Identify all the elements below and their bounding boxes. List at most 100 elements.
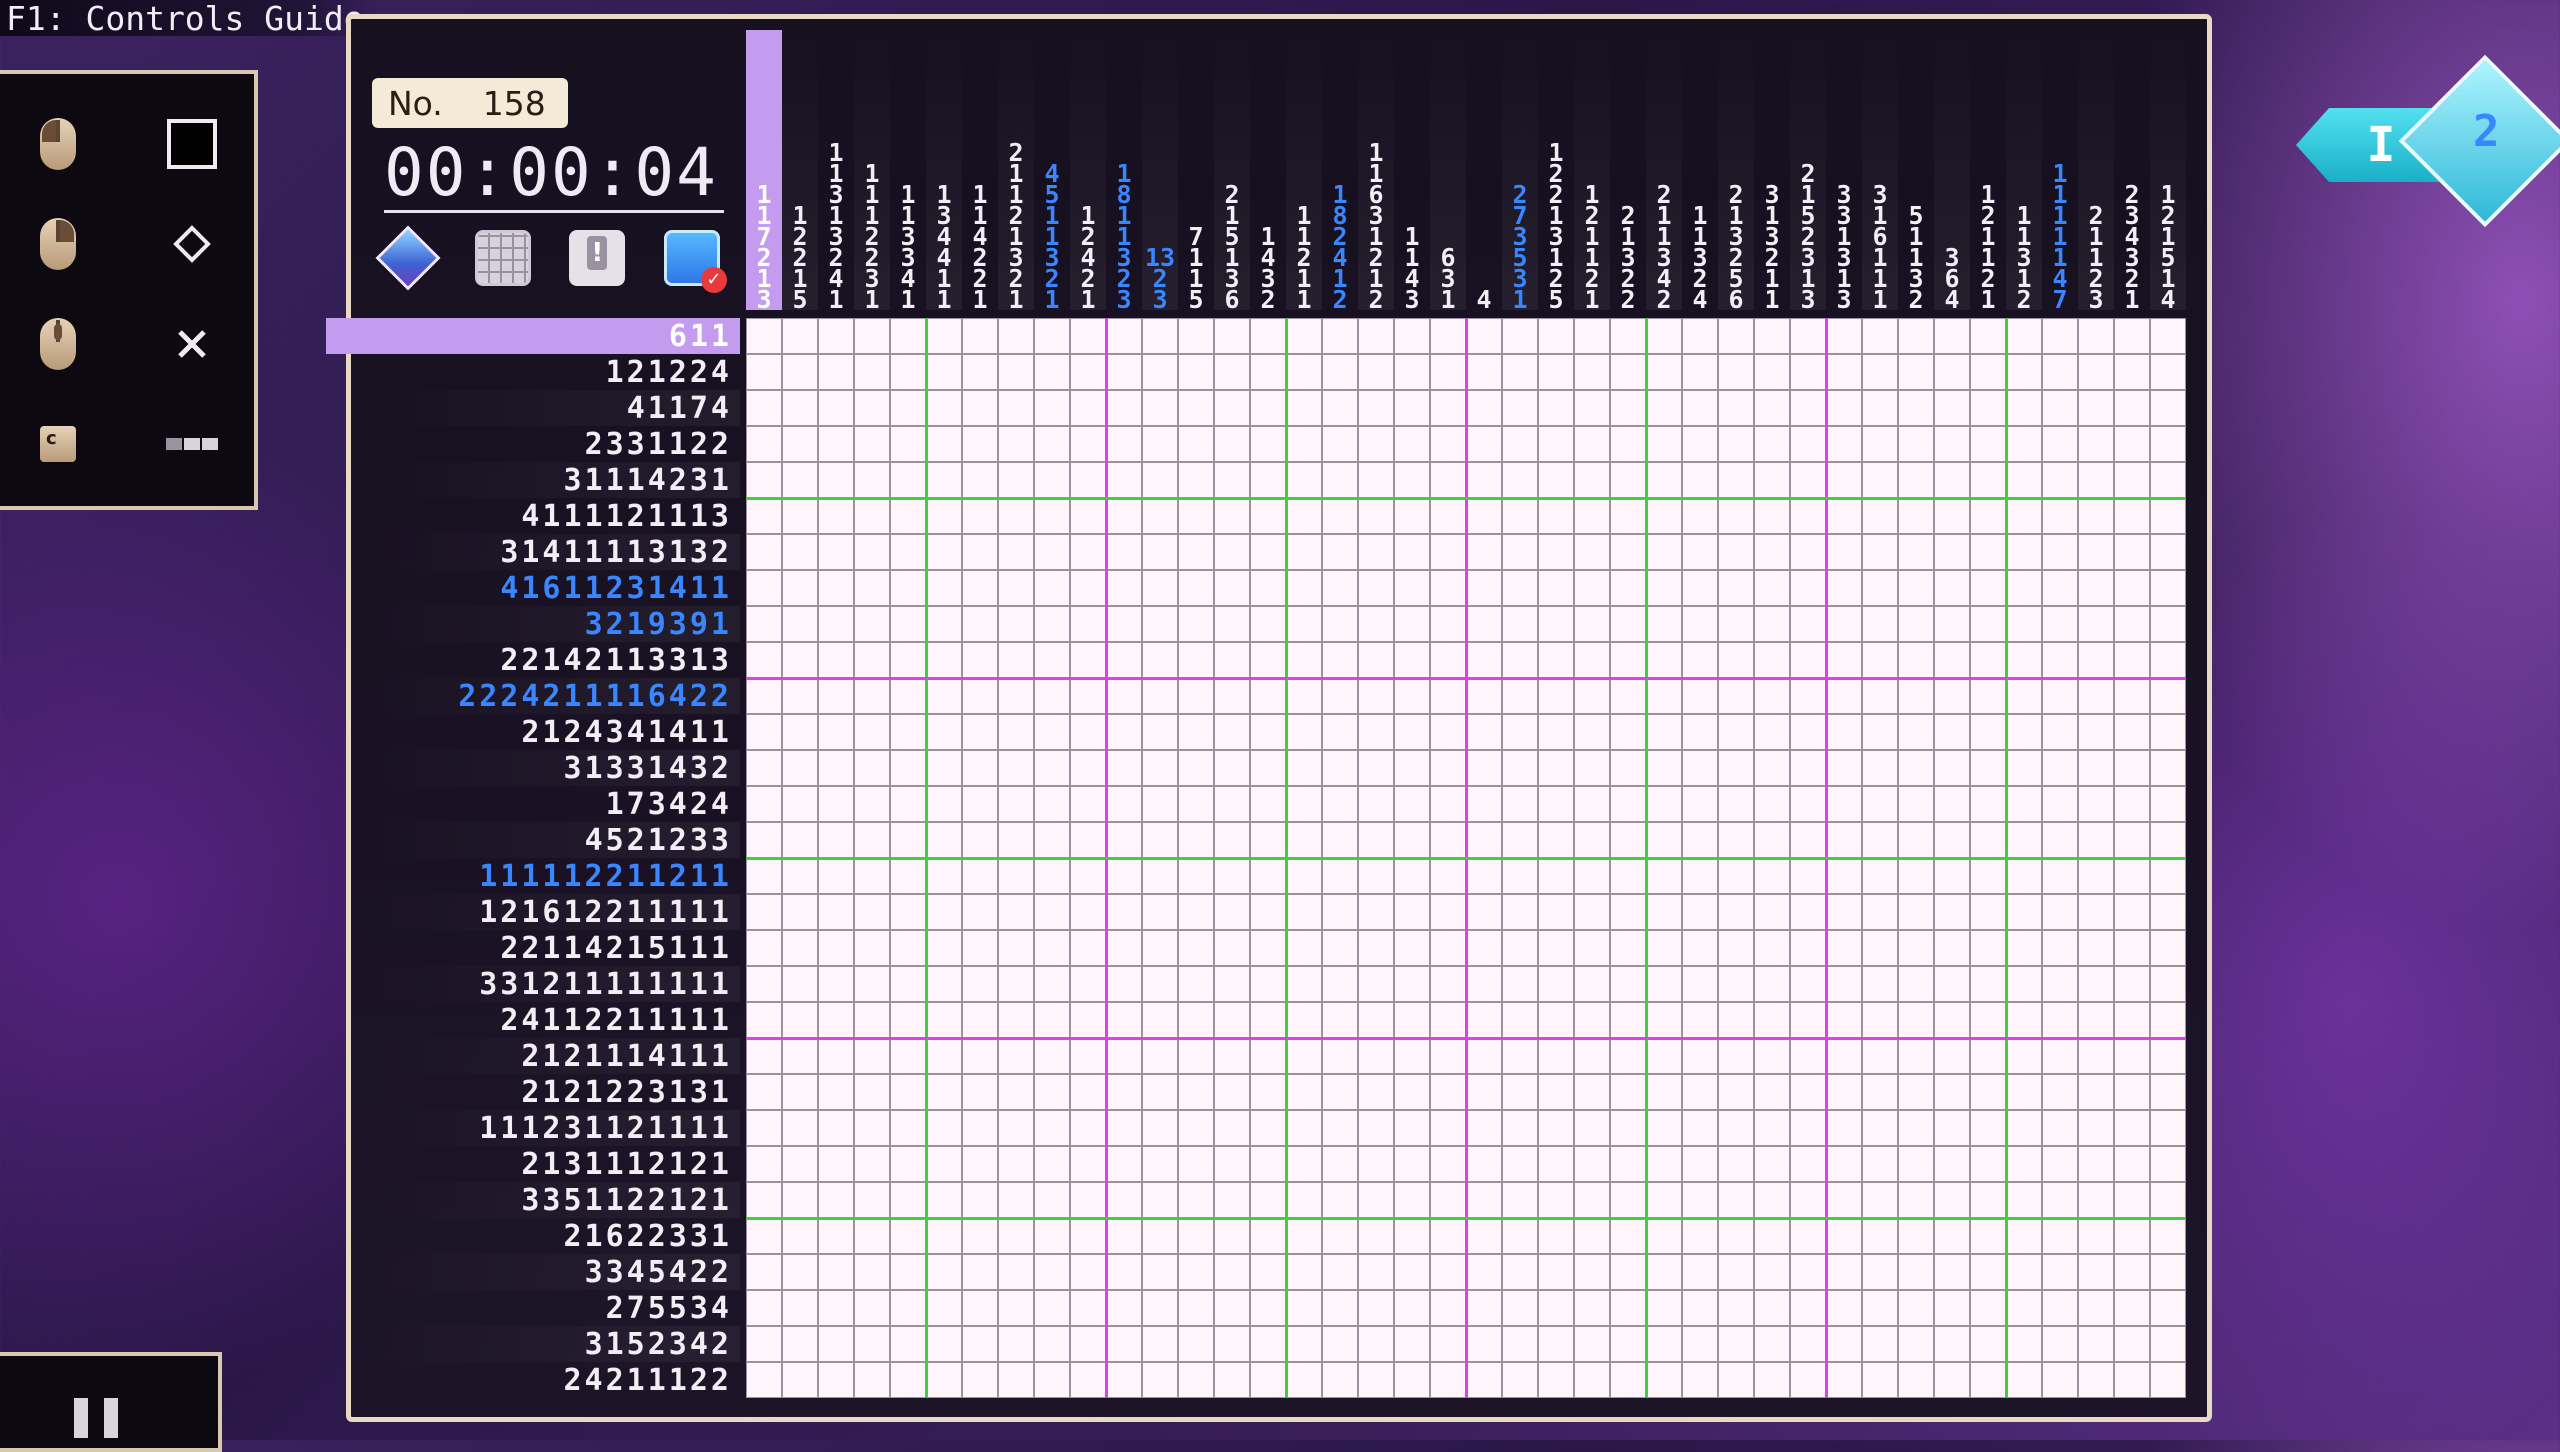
- grid-cell[interactable]: [1034, 318, 1070, 354]
- grid-cell[interactable]: [1970, 1362, 2006, 1398]
- grid-cell[interactable]: [2006, 1326, 2042, 1362]
- grid-cell[interactable]: [2150, 462, 2186, 498]
- grid-cell[interactable]: [1394, 930, 1430, 966]
- grid-cell[interactable]: [1934, 1362, 1970, 1398]
- grid-cell[interactable]: [1322, 1254, 1358, 1290]
- grid-cell[interactable]: [1862, 1254, 1898, 1290]
- grid-cell[interactable]: [1394, 678, 1430, 714]
- grid-cell[interactable]: [2078, 462, 2114, 498]
- grid-cell[interactable]: [746, 1218, 782, 1254]
- grid-cell[interactable]: [1502, 1254, 1538, 1290]
- grid-cell[interactable]: [1106, 426, 1142, 462]
- grid-cell[interactable]: [1214, 570, 1250, 606]
- grid-cell[interactable]: [1394, 570, 1430, 606]
- grid-cell[interactable]: [890, 894, 926, 930]
- grid-cell[interactable]: [2042, 1182, 2078, 1218]
- grid-cell[interactable]: [818, 570, 854, 606]
- grid-cell[interactable]: [1502, 426, 1538, 462]
- grid-cell[interactable]: [1394, 894, 1430, 930]
- grid-cell[interactable]: [1754, 822, 1790, 858]
- grid-cell[interactable]: [2042, 570, 2078, 606]
- grid-cell[interactable]: [1070, 714, 1106, 750]
- grid-cell[interactable]: [1214, 822, 1250, 858]
- grid-cell[interactable]: [1538, 318, 1574, 354]
- grid-cell[interactable]: [1358, 750, 1394, 786]
- grid-cell[interactable]: [1646, 642, 1682, 678]
- grid-cell[interactable]: [926, 462, 962, 498]
- grid-cell[interactable]: [1646, 786, 1682, 822]
- grid-cell[interactable]: [1862, 390, 1898, 426]
- grid-cell[interactable]: [1682, 858, 1718, 894]
- grid-cell[interactable]: [1790, 822, 1826, 858]
- grid-cell[interactable]: [2114, 930, 2150, 966]
- grid-cell[interactable]: [1250, 786, 1286, 822]
- grid-cell[interactable]: [746, 1002, 782, 1038]
- grid-cell[interactable]: [1286, 462, 1322, 498]
- grid-cell[interactable]: [818, 426, 854, 462]
- grid-cell[interactable]: [1466, 1362, 1502, 1398]
- grid-cell[interactable]: [1358, 858, 1394, 894]
- grid-cell[interactable]: [1754, 354, 1790, 390]
- grid-cell[interactable]: [1826, 1182, 1862, 1218]
- grid-cell[interactable]: [1430, 1038, 1466, 1074]
- grid-cell[interactable]: [1394, 714, 1430, 750]
- grid-cell[interactable]: [1394, 462, 1430, 498]
- grid-cell[interactable]: [2078, 1290, 2114, 1326]
- grid-cell[interactable]: [1394, 1110, 1430, 1146]
- grid-cell[interactable]: [2078, 1002, 2114, 1038]
- grid-cell[interactable]: [1790, 786, 1826, 822]
- grid-cell[interactable]: [1466, 750, 1502, 786]
- grid-cell[interactable]: [1862, 570, 1898, 606]
- grid-cell[interactable]: [1610, 318, 1646, 354]
- grid-cell[interactable]: [1934, 354, 1970, 390]
- grid-cell[interactable]: [1610, 354, 1646, 390]
- grid-cell[interactable]: [1178, 534, 1214, 570]
- grid-cell[interactable]: [1106, 642, 1142, 678]
- grid-cell[interactable]: [1070, 318, 1106, 354]
- grid-cell[interactable]: [1034, 786, 1070, 822]
- grid-cell[interactable]: [1214, 642, 1250, 678]
- grid-cell[interactable]: [1286, 1218, 1322, 1254]
- grid-cell[interactable]: [998, 714, 1034, 750]
- grid-cell[interactable]: [1862, 822, 1898, 858]
- grid-cell[interactable]: [1826, 354, 1862, 390]
- grid-cell[interactable]: [1466, 1146, 1502, 1182]
- grid-cell[interactable]: [1754, 858, 1790, 894]
- grid-cell[interactable]: [1250, 930, 1286, 966]
- grid-cell[interactable]: [1250, 462, 1286, 498]
- grid-cell[interactable]: [962, 858, 998, 894]
- grid-cell[interactable]: [1970, 1146, 2006, 1182]
- grid-cell[interactable]: [1718, 1362, 1754, 1398]
- grid-cell[interactable]: [1430, 390, 1466, 426]
- grid-cell[interactable]: [1502, 678, 1538, 714]
- grid-cell[interactable]: [1610, 1182, 1646, 1218]
- grid-cell[interactable]: [1142, 354, 1178, 390]
- grid-cell[interactable]: [1502, 390, 1538, 426]
- grid-cell[interactable]: [1682, 822, 1718, 858]
- grid-cell[interactable]: [1106, 1254, 1142, 1290]
- grid-cell[interactable]: [1970, 318, 2006, 354]
- grid-cell[interactable]: [2078, 534, 2114, 570]
- grid-cell[interactable]: [2006, 714, 2042, 750]
- grid-cell[interactable]: [1826, 1110, 1862, 1146]
- grid-cell[interactable]: [1790, 1074, 1826, 1110]
- grid-cell[interactable]: [962, 462, 998, 498]
- grid-cell[interactable]: [2006, 1038, 2042, 1074]
- grid-cell[interactable]: [746, 1182, 782, 1218]
- grid-cell[interactable]: [962, 678, 998, 714]
- grid-cell[interactable]: [1790, 1146, 1826, 1182]
- grid-cell[interactable]: [1898, 1182, 1934, 1218]
- grid-cell[interactable]: [818, 1038, 854, 1074]
- grid-cell[interactable]: [890, 426, 926, 462]
- grid-cell[interactable]: [1322, 1074, 1358, 1110]
- grid-cell[interactable]: [1790, 750, 1826, 786]
- grid-cell[interactable]: [746, 570, 782, 606]
- grid-cell[interactable]: [1610, 750, 1646, 786]
- grid-cell[interactable]: [1970, 1074, 2006, 1110]
- grid-cell[interactable]: [818, 1002, 854, 1038]
- grid-cell[interactable]: [2042, 894, 2078, 930]
- grid-cell[interactable]: [2114, 966, 2150, 1002]
- grid-cell[interactable]: [1502, 894, 1538, 930]
- grid-cell[interactable]: [1250, 1110, 1286, 1146]
- grid-cell[interactable]: [1142, 426, 1178, 462]
